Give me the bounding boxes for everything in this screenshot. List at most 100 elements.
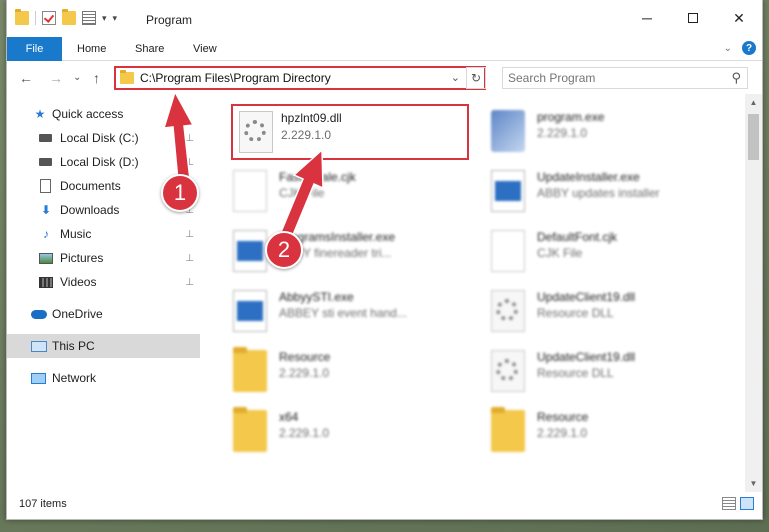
file-item[interactable]: Resource 2.229.1.0: [483, 404, 713, 460]
file-item[interactable]: AbbyySTI.exe ABBEY sti event hand...: [225, 284, 455, 340]
dll-file-icon: [491, 290, 525, 332]
address-bar[interactable]: C:\Program Files\Program Directory ⌄: [114, 66, 486, 90]
file-meta: ABBEY sti event hand...: [279, 306, 407, 320]
pin-icon: ⊥: [185, 252, 194, 264]
file-meta: Resource DLL: [537, 366, 614, 380]
file-item[interactable]: ProgramsInstaller.exe ABBY finereader tr…: [225, 224, 455, 280]
details-view-icon[interactable]: [722, 497, 736, 510]
chevron-down-icon[interactable]: ▾: [102, 13, 107, 24]
file-item[interactable]: Resource 2.229.1.0: [225, 344, 455, 400]
folder-icon: [233, 347, 267, 392]
videos-icon: [39, 276, 53, 288]
file-item[interactable]: DefaultFont.cjk CJK File: [483, 224, 713, 280]
search-input[interactable]: [508, 71, 718, 85]
tab-home[interactable]: Home: [77, 37, 106, 61]
nav-item-local-disk-c[interactable]: Local Disk (C:) ⊥: [7, 126, 200, 150]
explorer-window: ▾ ▾ Program ─ ✕ File Home Share View ⌄ ?…: [6, 0, 763, 520]
scroll-thumb[interactable]: [748, 114, 759, 160]
nav-item-videos[interactable]: Videos ⊥: [7, 270, 200, 294]
nav-item-quick-access[interactable]: ★ Quick access: [7, 102, 200, 126]
dll-file-icon: [491, 350, 525, 392]
nav-item-label: Videos: [60, 275, 97, 289]
file-meta: CJK File: [537, 246, 583, 260]
vertical-scrollbar[interactable]: ▲ ▼: [745, 94, 762, 492]
folder-icon: [120, 70, 134, 84]
back-button[interactable]: ←: [19, 70, 33, 86]
scroll-up-button[interactable]: ▲: [745, 94, 762, 111]
expand-ribbon-chevron-icon[interactable]: ⌄: [724, 43, 732, 54]
new-folder-icon[interactable]: [62, 9, 76, 25]
navigation-bar: ← → ⌄ ↑ C:\Program Files\Program Directo…: [7, 62, 762, 94]
file-name: Resource: [537, 410, 589, 424]
file-name: Resource: [279, 350, 331, 364]
file-name: UpdateClient19.dll: [537, 290, 636, 304]
computer-icon: [31, 340, 47, 352]
ribbon-right-controls: ⌄ ?: [724, 41, 756, 55]
nav-item-local-disk-d[interactable]: Local Disk (D:) ⊥: [7, 150, 200, 174]
forward-button[interactable]: →: [49, 70, 63, 86]
nav-item-label: Quick access: [52, 107, 124, 121]
file-item[interactable]: program.exe 2.229.1.0: [483, 104, 713, 160]
large-icons-view-icon[interactable]: [740, 497, 754, 510]
file-meta: 2.229.1.0: [537, 126, 588, 140]
pictures-icon: [39, 252, 53, 264]
status-bar: 107 items: [7, 492, 762, 516]
nav-item-label: OneDrive: [52, 307, 103, 321]
search-box[interactable]: ⚲: [502, 67, 748, 89]
file-meta: ABBY updates installer: [537, 186, 660, 200]
refresh-button[interactable]: ↻: [466, 67, 486, 89]
file-name: program.exe: [537, 110, 605, 124]
maximize-button[interactable]: [670, 0, 716, 36]
file-meta: Resource DLL: [537, 306, 614, 320]
gear-icon: [244, 120, 266, 142]
minimize-button[interactable]: ─: [624, 0, 670, 36]
nav-item-pictures[interactable]: Pictures ⊥: [7, 246, 200, 270]
help-icon[interactable]: ?: [742, 41, 756, 55]
window-title: Program: [146, 13, 193, 27]
file-item[interactable]: UpdateInstaller.exe ABBY updates install…: [483, 164, 713, 220]
folder-icon: [233, 407, 267, 452]
nav-item-label: Network: [52, 371, 97, 385]
file-item[interactable]: FastLocale.cjk CJK File: [225, 164, 455, 220]
tab-view[interactable]: View: [193, 37, 217, 61]
address-path[interactable]: C:\Program Files\Program Directory: [140, 71, 331, 85]
program-exe-icon: [491, 110, 525, 152]
exe-file-icon: [233, 230, 267, 272]
exe-file-icon: [491, 170, 525, 212]
file-item[interactable]: x64 2.229.1.0: [225, 404, 455, 460]
properties-check-icon[interactable]: [42, 11, 56, 25]
file-item[interactable]: UpdateClient19.dll Resource DLL: [483, 284, 713, 340]
gear-icon: [496, 299, 518, 321]
star-icon: ★: [34, 107, 46, 121]
nav-item-onedrive[interactable]: OneDrive: [7, 302, 200, 326]
file-item-highlighted[interactable]: hpzlnt09.dll 2.229.1.0: [231, 104, 469, 160]
tab-file[interactable]: File: [7, 37, 62, 61]
file-item[interactable]: UpdateClient19.dll Resource DLL: [483, 344, 713, 400]
address-dropdown-icon[interactable]: ⌄: [451, 71, 460, 84]
pin-icon: ⊥: [185, 156, 194, 168]
file-name: hpzlnt09.dll: [281, 111, 342, 125]
cloud-icon: [31, 309, 47, 319]
pin-icon: ⊥: [185, 132, 194, 144]
nav-item-music[interactable]: ♪ Music ⊥: [7, 222, 200, 246]
properties-list-icon[interactable]: [82, 11, 96, 25]
file-name: DefaultFont.cjk: [537, 230, 618, 244]
scroll-down-button[interactable]: ▼: [745, 475, 762, 492]
window-controls: ─ ✕: [624, 0, 762, 36]
recent-locations-button[interactable]: ⌄: [73, 72, 81, 83]
search-icon[interactable]: ⚲: [731, 70, 741, 86]
nav-item-label: Local Disk (C:): [60, 131, 139, 145]
nav-item-label: Pictures: [60, 251, 104, 265]
customize-toolbar-dropdown[interactable]: ▾: [113, 13, 118, 24]
nav-item-network[interactable]: Network: [7, 366, 200, 390]
file-list: hpzlnt09.dll 2.229.1.0 program.exe 2.229…: [207, 100, 739, 492]
file-meta: 2.229.1.0: [281, 128, 332, 142]
nav-item-this-pc[interactable]: This PC: [7, 334, 200, 358]
quick-access-toolbar: ▾ ▾: [15, 9, 118, 25]
folder-icon: [15, 9, 29, 25]
maximize-icon: [688, 13, 698, 23]
up-button[interactable]: ↑: [93, 70, 100, 86]
close-button[interactable]: ✕: [716, 0, 762, 36]
tab-share[interactable]: Share: [135, 37, 164, 61]
file-name: FastLocale.cjk: [279, 170, 356, 184]
